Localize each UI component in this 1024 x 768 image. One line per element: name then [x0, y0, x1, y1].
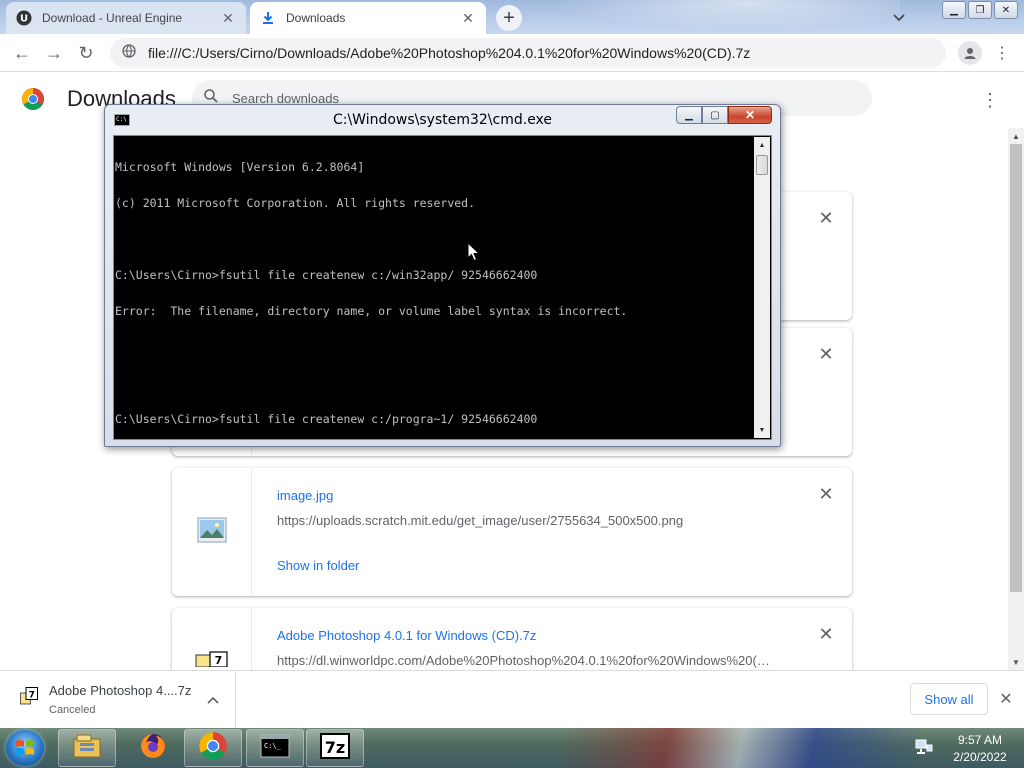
- remove-close-icon[interactable]: ✕: [816, 624, 836, 644]
- mouse-cursor-icon: [467, 241, 481, 262]
- scroll-up-arrow-icon[interactable]: ▲: [1008, 128, 1024, 144]
- svg-text:7: 7: [214, 654, 222, 667]
- download-card: 7 Adobe Photoshop 4.0.1 for Windows (CD)…: [172, 608, 852, 672]
- image-file-icon: [197, 517, 227, 548]
- scroll-down-arrow-icon[interactable]: ▼: [1008, 654, 1024, 670]
- download-icon: [260, 10, 276, 26]
- remove-close-icon[interactable]: ✕: [816, 208, 836, 228]
- explorer-icon: [72, 733, 102, 764]
- chrome-icon: [198, 731, 228, 766]
- tab-search-chevron-icon[interactable]: [888, 8, 910, 28]
- console-line: (c) 2011 Microsoft Corporation. All righ…: [115, 196, 476, 210]
- cmd-window-controls: ▁ ▢ ✕: [676, 106, 772, 124]
- cmd-scroll-down-icon[interactable]: ▼: [754, 422, 770, 438]
- 7zip-file-icon: 7: [195, 651, 229, 672]
- cmd-close-button[interactable]: ✕: [728, 106, 772, 124]
- remove-close-icon[interactable]: ✕: [816, 484, 836, 504]
- profile-avatar-icon[interactable]: [958, 41, 982, 65]
- shelf-download-item[interactable]: 7 Adobe Photoshop 4....7z Canceled: [0, 671, 236, 729]
- browser-toolbar: ← → ↻ file:///C:/Users/Cirno/Downloads/A…: [0, 34, 1024, 72]
- download-shelf: 7 Adobe Photoshop 4....7z Canceled Show …: [0, 670, 1024, 729]
- cmd-icon: C:\_: [260, 734, 290, 763]
- network-icon[interactable]: [915, 739, 933, 755]
- 7zip-taskbar-button[interactable]: 7z: [306, 729, 364, 767]
- svg-text:7z: 7z: [325, 738, 345, 757]
- shelf-close-icon[interactable]: ✕: [996, 689, 1016, 709]
- cmd-scroll-up-icon[interactable]: ▲: [754, 137, 770, 153]
- console-line: C:\Users\Cirno>fsutil file createnew c:/…: [115, 268, 538, 282]
- tab-title: Download - Unreal Engine: [42, 11, 183, 25]
- file-icon-column: [172, 468, 252, 596]
- new-tab-button[interactable]: +: [496, 5, 522, 31]
- tab-strip: U Download - Unreal Engine ✕ Downloads ✕…: [0, 0, 1024, 34]
- page-scrollbar[interactable]: ▲ ▼: [1008, 128, 1024, 670]
- download-file-name[interactable]: Adobe Photoshop 4.0.1 for Windows (CD).7…: [277, 628, 536, 643]
- download-source-url[interactable]: https://dl.winworldpc.com/Adobe%20Photos…: [277, 653, 777, 668]
- cmd-taskbar-button[interactable]: C:\_: [246, 729, 304, 767]
- 7zip-file-icon: 7: [20, 687, 38, 705]
- download-card: image.jpg https://uploads.scratch.mit.ed…: [172, 468, 852, 596]
- explorer-taskbar-button[interactable]: [58, 729, 116, 767]
- cmd-titlebar[interactable]: C:\ C:\Windows\system32\cmd.exe ▁ ▢ ✕: [105, 105, 780, 135]
- tab-close-icon[interactable]: ✕: [460, 10, 476, 26]
- console-line: Error: The filename, directory name, or …: [115, 304, 628, 318]
- console-line: Microsoft Windows [Version 6.2.8064]: [115, 160, 365, 174]
- forward-arrow-icon[interactable]: →: [42, 41, 66, 65]
- address-bar[interactable]: file:///C:/Users/Cirno/Downloads/Adobe%2…: [110, 38, 946, 68]
- tab-close-icon[interactable]: ✕: [220, 10, 236, 26]
- minimize-button[interactable]: ▁: [942, 1, 966, 19]
- tab-downloads[interactable]: Downloads ✕: [250, 2, 486, 34]
- scrollbar-thumb[interactable]: [1010, 144, 1022, 592]
- console-line: C:\Users\Cirno>fsutil file createnew c:/…: [115, 412, 538, 426]
- window-controls: ▁ ❐ ✕: [942, 1, 1018, 19]
- show-all-button[interactable]: Show all: [910, 683, 988, 715]
- 7zip-icon: 7z: [320, 732, 350, 764]
- tab-unreal-engine[interactable]: U Download - Unreal Engine ✕: [6, 2, 246, 34]
- show-in-folder-link[interactable]: Show in folder: [277, 558, 359, 573]
- firefox-icon: [138, 731, 168, 766]
- cmd-window[interactable]: C:\ C:\Windows\system32\cmd.exe ▁ ▢ ✕ Mi…: [104, 104, 781, 447]
- chrome-logo-icon: [21, 87, 45, 111]
- cmd-maximize-button[interactable]: ▢: [702, 106, 728, 124]
- close-window-button[interactable]: ✕: [994, 1, 1018, 19]
- back-arrow-icon[interactable]: ←: [10, 41, 34, 65]
- download-file-name[interactable]: image.jpg: [277, 488, 333, 503]
- cmd-scrollbar[interactable]: ▲ ▼: [754, 137, 770, 438]
- clock-date[interactable]: 2/20/2022: [938, 750, 1022, 764]
- cmd-minimize-button[interactable]: ▁: [676, 106, 702, 124]
- cmd-console[interactable]: Microsoft Windows [Version 6.2.8064] (c)…: [113, 135, 772, 440]
- browser-menu-icon[interactable]: ⋮: [990, 41, 1014, 65]
- svg-text:U: U: [20, 14, 28, 25]
- start-button[interactable]: [6, 730, 44, 766]
- unreal-engine-icon: U: [16, 10, 32, 26]
- chrome-taskbar-button[interactable]: [184, 729, 242, 767]
- download-source-url[interactable]: https://uploads.scratch.mit.edu/get_imag…: [277, 513, 777, 528]
- remove-close-icon[interactable]: ✕: [816, 344, 836, 364]
- globe-icon: [122, 43, 136, 63]
- system-tray: 9:57 AM 2/20/2022: [910, 728, 1024, 768]
- chevron-up-icon[interactable]: [204, 691, 222, 709]
- file-icon-column: 7: [172, 608, 252, 672]
- clock-time[interactable]: 9:57 AM: [938, 733, 1022, 747]
- tab-title: Downloads: [286, 11, 346, 25]
- svg-text:7: 7: [29, 691, 35, 701]
- restore-button[interactable]: ❐: [968, 1, 992, 19]
- downloads-more-icon[interactable]: ⋮: [980, 88, 1000, 112]
- firefox-taskbar-button[interactable]: [124, 729, 182, 767]
- shelf-file-status: Canceled: [49, 704, 96, 716]
- reload-icon[interactable]: ↻: [74, 41, 98, 65]
- url-text: file:///C:/Users/Cirno/Downloads/Adobe%2…: [148, 45, 751, 61]
- windows-logo-icon: [16, 740, 34, 755]
- shelf-file-name: Adobe Photoshop 4....7z: [49, 683, 192, 698]
- svg-text:C:\_: C:\_: [264, 742, 282, 750]
- windows-taskbar: C:\_ 7z 9:57 AM 2/20/2022: [0, 728, 1024, 768]
- cmd-scrollbar-thumb[interactable]: [756, 155, 768, 175]
- cmd-output: Microsoft Windows [Version 6.2.8064] (c)…: [115, 137, 753, 437]
